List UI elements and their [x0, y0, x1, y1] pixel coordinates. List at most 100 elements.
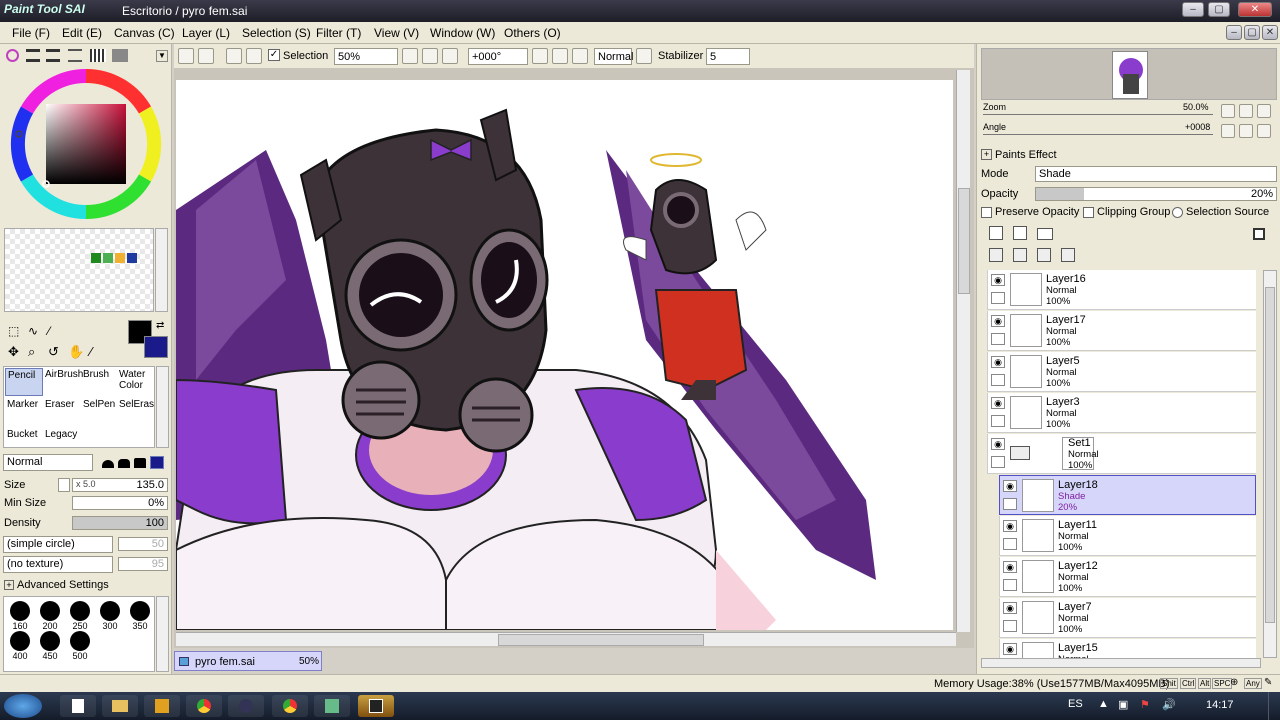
layer-lock-checkbox[interactable] [1003, 620, 1017, 632]
layer-row[interactable]: ◉Layer15Normal100% [999, 639, 1256, 658]
brush-size-dot[interactable] [100, 601, 120, 621]
swatch-palette[interactable] [4, 228, 154, 312]
brush-size-dot[interactable] [40, 601, 60, 621]
tool-watercolor[interactable]: Water Color [118, 368, 156, 396]
nav-zoom-in-button[interactable] [1239, 104, 1253, 118]
layer-lock-checkbox[interactable] [1003, 538, 1017, 550]
layer-list-hscrollbar[interactable] [981, 658, 1261, 668]
nav-zoom-reset-button[interactable] [1257, 104, 1271, 118]
doc-close-button[interactable]: ✕ [1262, 25, 1278, 40]
menu-layer[interactable]: Layer (L) [182, 26, 230, 40]
swatch-2[interactable] [103, 253, 113, 263]
layer-row[interactable]: ◉ Layer18 Shade 20% [999, 475, 1256, 515]
menu-others[interactable]: Others (O) [504, 26, 561, 40]
invert-selection-button[interactable] [246, 48, 262, 64]
tool-legacy[interactable]: Legacy [44, 428, 82, 448]
rotate-right-button[interactable] [552, 48, 568, 64]
magic-wand-icon[interactable]: ⁄ [48, 324, 50, 338]
layer-row[interactable]: ◉ Layer5 Normal 100% [987, 352, 1256, 392]
preserve-opacity-checkbox[interactable] [981, 207, 992, 218]
swatch-3[interactable] [115, 253, 125, 263]
zoom-reset-button[interactable] [442, 48, 458, 64]
selection-checkbox[interactable]: ✓ [268, 49, 280, 61]
document-tab[interactable]: pyro fem.sai 50% [174, 651, 322, 671]
taskbar-notepad[interactable] [60, 695, 96, 717]
vertical-scroll-thumb[interactable] [958, 188, 970, 294]
rotate-icon[interactable]: ↺ [48, 344, 59, 360]
layer-row[interactable]: ◉ Layer11 Normal 100% [999, 516, 1256, 556]
clock[interactable]: 14:17 [1206, 699, 1234, 711]
shape-strength-slider[interactable]: 50 [118, 537, 168, 551]
swatch-scrollbar[interactable] [155, 228, 168, 312]
transfer-down-icon[interactable] [989, 248, 1003, 262]
canvas-vertical-scrollbar[interactable] [956, 70, 970, 632]
tool-selpen[interactable]: SelPen [82, 398, 120, 426]
tray-flag-icon[interactable]: ⚑ [1140, 698, 1150, 711]
doc-restore-button[interactable]: ▢ [1244, 25, 1260, 40]
tool-bucket[interactable]: Bucket [5, 428, 43, 448]
deselect-button[interactable] [226, 48, 242, 64]
new-layer-icon[interactable] [989, 226, 1003, 240]
canvas-horizontal-scrollbar[interactable] [176, 632, 956, 646]
min-size-slider[interactable]: 0% [72, 496, 168, 510]
tray-volume-icon[interactable]: 🔊 [1162, 698, 1176, 711]
menu-filter[interactable]: Filter (T) [316, 26, 361, 40]
tool-grid-scrollbar[interactable] [156, 366, 169, 448]
layer-list-scrollbar[interactable] [1263, 270, 1277, 658]
tool-seleras[interactable]: SelEras [118, 398, 156, 426]
color-wheel[interactable] [10, 68, 162, 220]
visibility-eye-icon[interactable]: ◉ [991, 438, 1005, 450]
delete-layer-icon[interactable] [1061, 248, 1075, 262]
zoom-select[interactable]: 50% [334, 48, 398, 65]
visibility-eye-icon[interactable]: ◉ [1003, 643, 1017, 655]
maximize-button[interactable]: ▢ [1208, 2, 1230, 17]
size-dropdown[interactable] [58, 478, 70, 492]
redo-button[interactable] [198, 48, 214, 64]
nav-rotate-left-button[interactable] [1221, 124, 1235, 138]
new-linework-layer-icon[interactable] [1013, 226, 1027, 240]
zoom-in-button[interactable] [422, 48, 438, 64]
start-button[interactable] [4, 694, 42, 718]
scratchpad-tab[interactable] [112, 49, 128, 62]
layer-lock-checkbox[interactable] [1003, 579, 1017, 591]
brush-texture-select[interactable]: (no texture) [3, 556, 113, 573]
brush-size-dot[interactable] [70, 631, 90, 651]
eyedropper-icon[interactable]: ⁄ [90, 344, 92, 359]
visibility-eye-icon[interactable]: ◉ [1003, 520, 1017, 532]
menu-window[interactable]: Window (W) [430, 26, 495, 40]
presets-scrollbar[interactable] [156, 596, 169, 672]
tool-pencil[interactable]: Pencil [5, 368, 43, 396]
layer-mode-select[interactable]: Shade [1035, 166, 1277, 182]
visibility-eye-icon[interactable]: ◉ [991, 356, 1005, 368]
visibility-eye-icon[interactable]: ◉ [1003, 602, 1017, 614]
layer-row[interactable]: ◉ Layer12 Normal 100% [999, 557, 1256, 597]
menu-canvas[interactable]: Canvas (C) [114, 26, 175, 40]
brush-edge-options[interactable] [98, 454, 168, 471]
panel-menu-button[interactable]: ▼ [156, 50, 168, 62]
rgb-slider-tab[interactable] [26, 49, 40, 62]
advanced-settings-label[interactable]: Advanced Settings [17, 579, 109, 591]
nav-zoom-slider[interactable] [983, 114, 1213, 115]
tool-brush[interactable]: Brush [82, 368, 120, 396]
taskbar-steam[interactable] [228, 695, 264, 717]
layer-row[interactable]: ◉ Layer7 Normal 100% [999, 598, 1256, 638]
layer-lock-checkbox[interactable] [991, 374, 1005, 386]
layer-lock-checkbox[interactable] [991, 333, 1005, 345]
zoom-out-button[interactable] [402, 48, 418, 64]
horizontal-scroll-thumb[interactable] [498, 634, 704, 646]
hand-icon[interactable]: ✋ [68, 344, 84, 360]
swatches-tab[interactable] [90, 49, 106, 62]
swatch-4[interactable] [127, 253, 137, 263]
layer-row[interactable]: ◉ Layer16 Normal 100% [987, 270, 1256, 310]
background-color[interactable] [144, 336, 168, 358]
layer-opacity-slider[interactable]: 20% [1035, 187, 1277, 201]
menu-edit[interactable]: Edit (E) [62, 26, 102, 40]
color-wheel-tab[interactable] [6, 49, 19, 62]
taskbar-painttool-sai[interactable] [358, 695, 394, 717]
paints-effect-expand-icon[interactable]: + [981, 149, 992, 160]
clipping-group-checkbox[interactable] [1083, 207, 1094, 218]
hsv-slider-tab[interactable] [46, 49, 60, 62]
rect-select-icon[interactable]: ⬚ [8, 324, 19, 338]
layer-lock-checkbox[interactable] [991, 292, 1005, 304]
menu-selection[interactable]: Selection (S) [242, 26, 311, 40]
